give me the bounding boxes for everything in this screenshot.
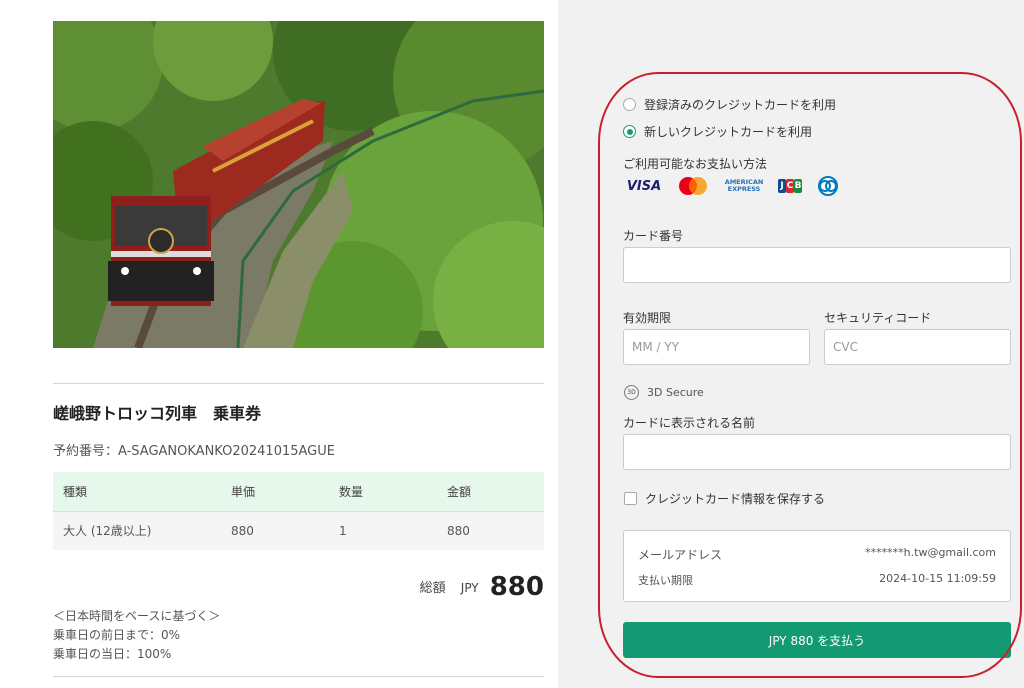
amex-text: EXPRESS bbox=[727, 185, 761, 193]
save-card-label: クレジットカード情報を保存する bbox=[645, 492, 826, 506]
train-photo bbox=[53, 21, 544, 348]
column-header: 数量 bbox=[329, 472, 437, 512]
radio-saved-card[interactable]: 登録済みのクレジットカードを利用 bbox=[623, 96, 836, 113]
radio-new-card[interactable]: 新しいクレジットカードを利用 bbox=[623, 123, 812, 140]
total-amount: 総額 JPY 880 bbox=[420, 572, 544, 602]
radio-label: 登録済みのクレジットカードを利用 bbox=[644, 98, 837, 112]
3d-secure-badge: 3D 3D Secure bbox=[624, 385, 704, 400]
table-row: 大人 (12歳以上) 880 1 880 bbox=[53, 511, 544, 550]
note-line: 乗車日の前日まで：0% bbox=[53, 628, 181, 642]
3d-secure-text: 3D Secure bbox=[647, 386, 704, 399]
payment-info-box: メールアドレス *******h.tw@gmail.com 支払い期限 2024… bbox=[623, 530, 1011, 602]
email-value: *******h.tw@gmail.com bbox=[865, 546, 996, 559]
note-line: ＜日本時間をベースに基づく＞ bbox=[53, 609, 221, 623]
card-number-label: カード番号 bbox=[623, 229, 684, 243]
3d-secure-icon: 3D bbox=[624, 385, 639, 400]
currency: JPY bbox=[460, 581, 479, 595]
ticket-table: 種類 単価 数量 金額 大人 (12歳以上) 880 1 880 bbox=[53, 472, 544, 550]
table-cell: 1 bbox=[329, 511, 437, 550]
radio-button[interactable] bbox=[623, 98, 636, 111]
column-header: 種類 bbox=[53, 472, 221, 512]
pay-button[interactable]: JPY 880 を支払う bbox=[623, 622, 1011, 658]
cvc-label: セキュリティコード bbox=[824, 311, 932, 325]
cvc-input[interactable]: CVC bbox=[824, 329, 1011, 365]
note-line: 乗車日の当日：100% bbox=[53, 647, 172, 661]
save-card-checkbox[interactable] bbox=[624, 492, 637, 505]
jcb-icon: J C B bbox=[777, 176, 803, 196]
total-label: 総額 bbox=[419, 581, 446, 596]
deadline-row: 支払い期限 2024-10-15 11:09:59 bbox=[638, 572, 996, 588]
cardholder-name-input[interactable] bbox=[623, 434, 1011, 470]
table-header-row: 種類 単価 数量 金額 bbox=[53, 472, 544, 512]
ticket-title: 嵯峨野トロッコ列車 乗車券 bbox=[53, 404, 262, 423]
reservation-number: 予約番号：A-SAGANOKANKO20241015AGUE bbox=[53, 444, 335, 459]
deadline-key: 支払い期限 bbox=[638, 574, 693, 587]
diners-icon bbox=[815, 176, 841, 196]
divider bbox=[53, 676, 544, 677]
save-card-option[interactable]: クレジットカード情報を保存する bbox=[624, 490, 825, 507]
radio-button[interactable] bbox=[623, 125, 636, 138]
total-value: 880 bbox=[489, 572, 544, 602]
email-key: メールアドレス bbox=[638, 548, 723, 562]
table-cell: 880 bbox=[437, 511, 544, 550]
table-cell: 大人 (12歳以上) bbox=[53, 511, 221, 550]
mastercard-icon bbox=[675, 176, 711, 196]
visa-icon: VISA bbox=[626, 178, 662, 194]
expiry-label: 有効期限 bbox=[623, 311, 672, 325]
jcb-letter: B bbox=[794, 179, 802, 193]
card-brand-list: VISA AMERICAN EXPRESS J C B bbox=[625, 176, 841, 196]
jcb-letter: J bbox=[778, 179, 786, 193]
table-cell: 880 bbox=[221, 511, 329, 550]
divider bbox=[53, 383, 544, 384]
jcb-letter: C bbox=[786, 179, 794, 193]
amex-icon: AMERICAN EXPRESS bbox=[723, 176, 765, 196]
expiry-input[interactable]: MM / YY bbox=[623, 329, 810, 365]
cardholder-name-label: カードに表示される名前 bbox=[623, 416, 756, 430]
column-header: 単価 bbox=[221, 472, 329, 512]
column-header: 金額 bbox=[437, 472, 544, 512]
order-summary: 嵯峨野トロッコ列車 乗車券 予約番号：A-SAGANOKANKO20241015… bbox=[0, 0, 558, 688]
card-number-input[interactable] bbox=[623, 247, 1011, 283]
radio-label: 新しいクレジットカードを利用 bbox=[644, 125, 813, 139]
cancellation-notes: ＜日本時間をベースに基づく＞ 乗車日の前日まで：0% 乗車日の当日：100% bbox=[53, 607, 220, 664]
email-row: メールアドレス *******h.tw@gmail.com bbox=[638, 546, 996, 563]
deadline-value: 2024-10-15 11:09:59 bbox=[879, 572, 996, 585]
payment-methods-label: ご利用可能なお支払い方法 bbox=[623, 157, 768, 171]
